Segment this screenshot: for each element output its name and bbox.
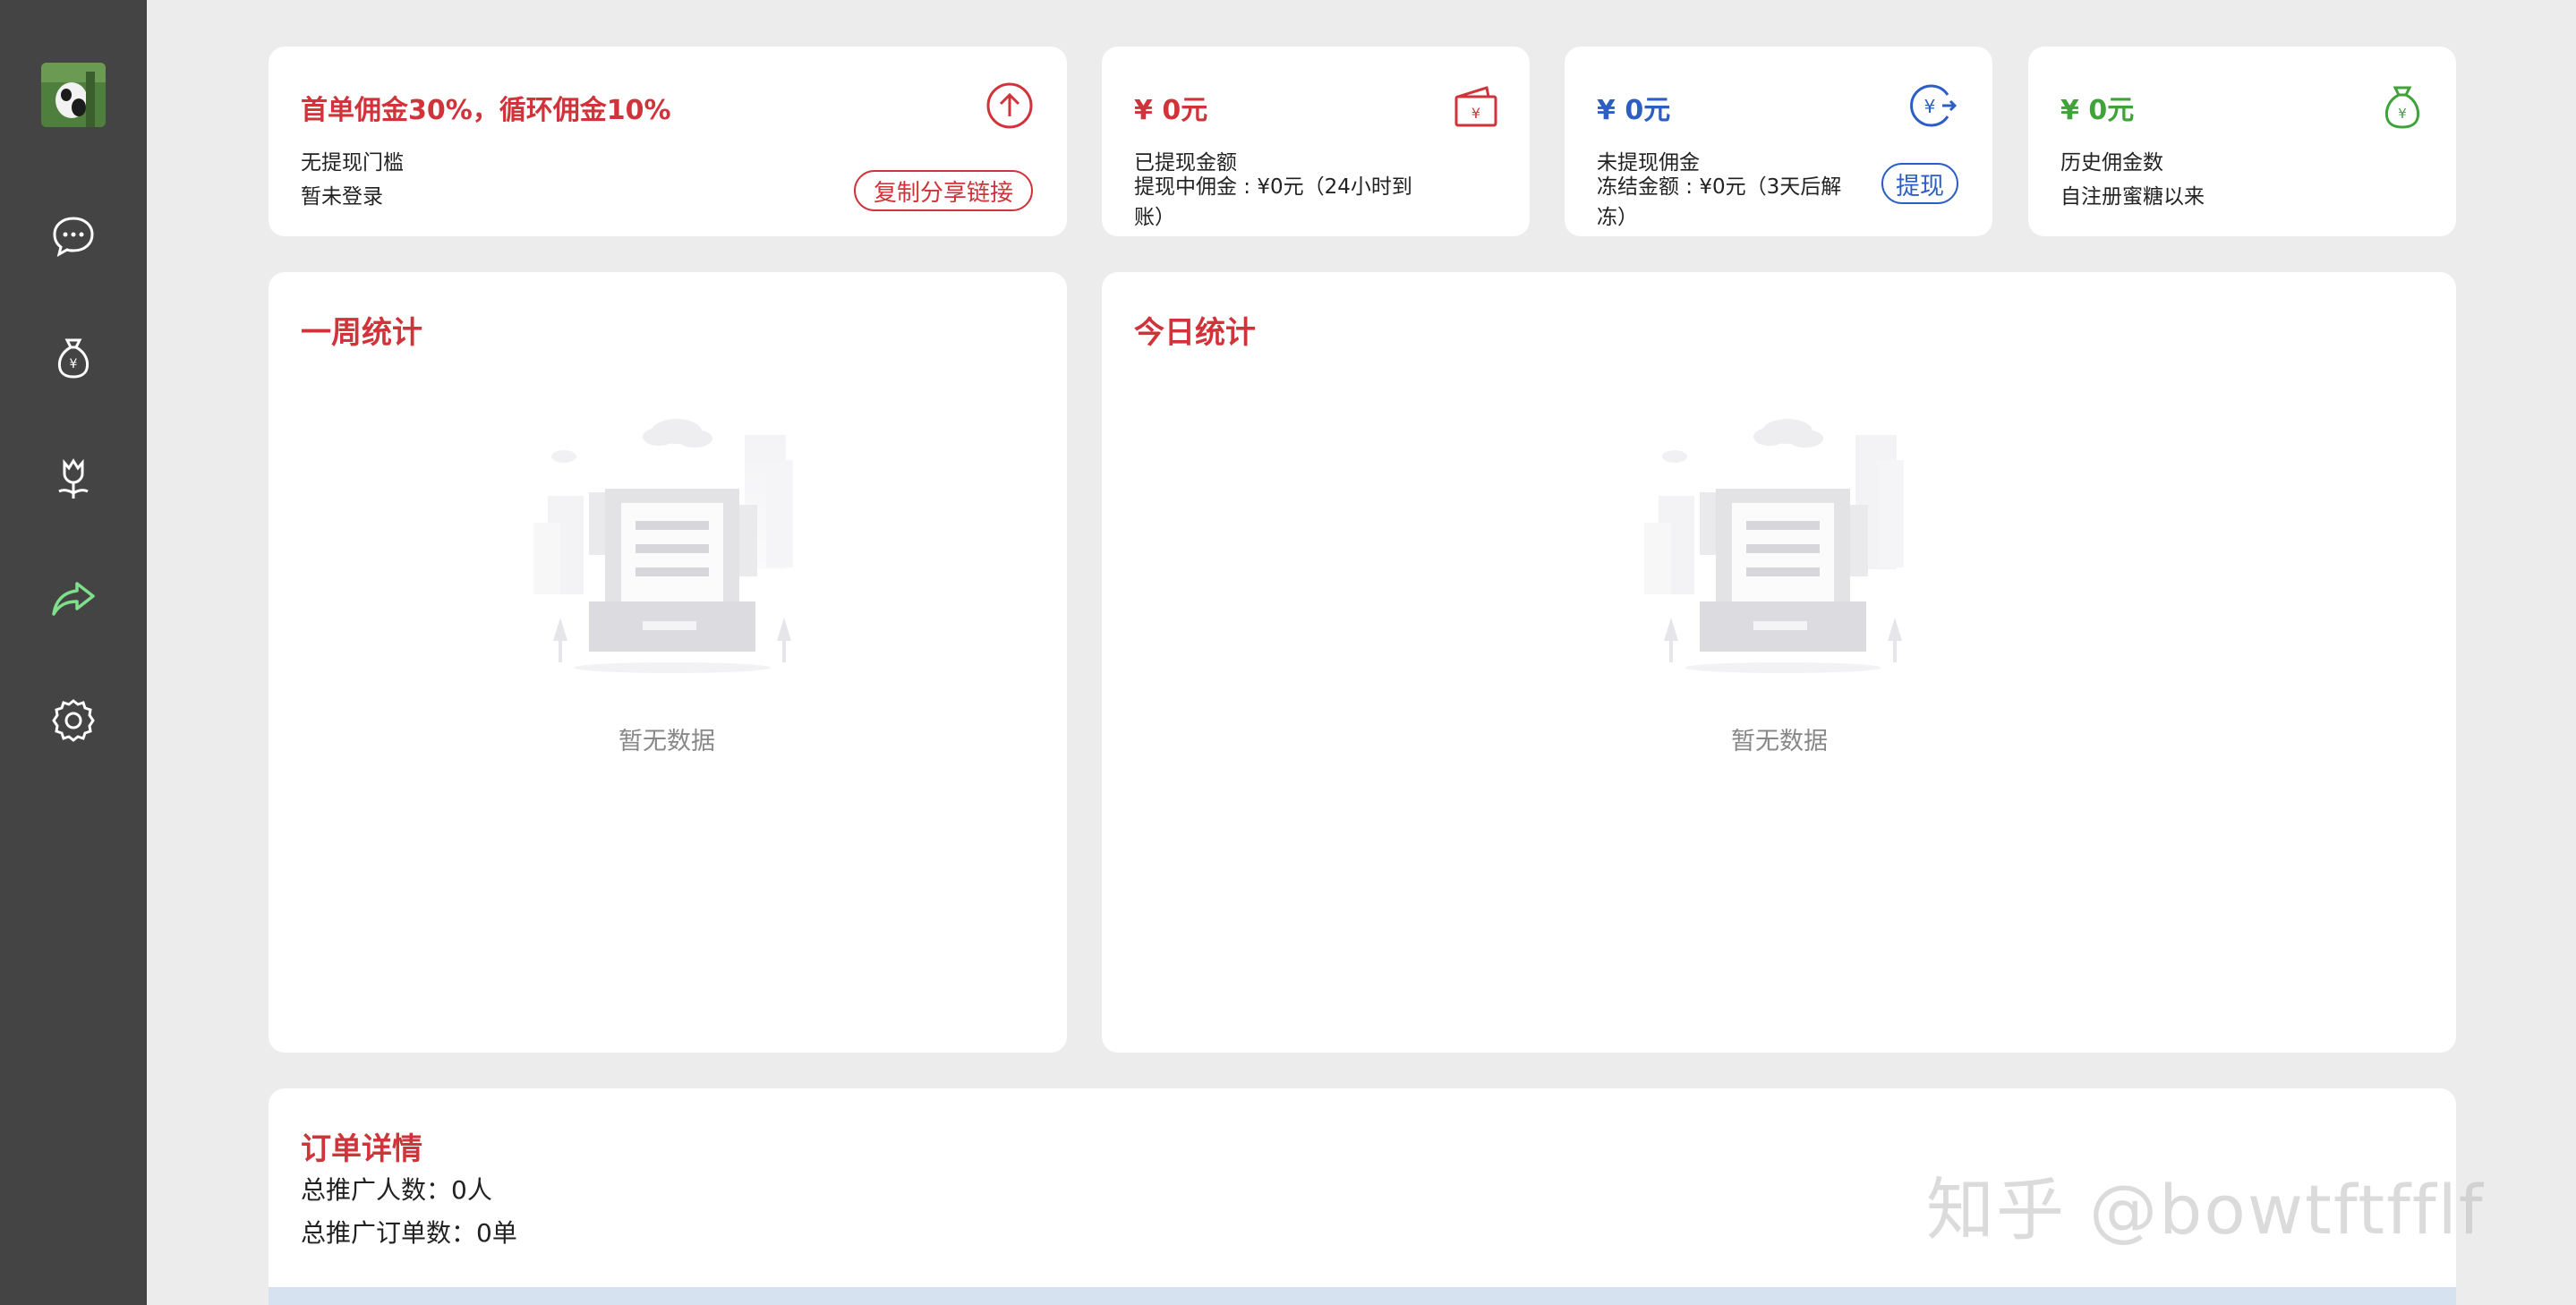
order-table-header <box>269 1287 2456 1305</box>
withdrawn-amount: ¥ 0元 <box>1134 95 1208 126</box>
total-orders: 总推广订单数：0单 <box>301 1218 517 1248</box>
withdrawn-label: 已提现金额 <box>1134 151 1237 175</box>
login-status: 暂未登录 <box>301 185 383 209</box>
pending-card: ¥ 0元 未提现佣金 冻结金额 : ¥0元（3天后解冻） ¥ 提现 <box>1565 47 1992 236</box>
history-card: ¥ 0元 历史佣金数 自注册蜜糖以来 ¥ <box>2028 47 2456 236</box>
daily-stats-title: 今日统计 <box>1134 315 1256 351</box>
withdrawing-commission: 提现中佣金 : ¥0元（24小时到账） <box>1134 175 1412 229</box>
svg-text:¥: ¥ <box>1924 96 1936 117</box>
wallet-icon: ¥ <box>1451 82 1501 132</box>
order-details-title: 订单详情 <box>301 1131 422 1167</box>
pending-label: 未提现佣金 <box>1597 151 1700 175</box>
total-promoters: 总推广人数：0人 <box>301 1175 492 1205</box>
weekly-stats-panel: 一周统计 暂无数据 <box>269 272 1067 1053</box>
share-arrow-icon[interactable] <box>47 573 100 627</box>
svg-text:¥: ¥ <box>1471 105 1480 122</box>
watermark: 知乎 @bowtftfflf <box>1926 1170 2485 1250</box>
promo-line-threshold: 无提现门槛 <box>301 151 404 175</box>
svg-text:¥: ¥ <box>70 357 78 371</box>
empty-illustration <box>1635 406 1922 678</box>
gear-icon[interactable] <box>47 694 100 747</box>
svg-text:¥: ¥ <box>2398 106 2407 122</box>
avatar[interactable] <box>41 63 106 127</box>
weekly-empty-text: 暂无数据 <box>618 728 715 755</box>
history-since: 自注册蜜糖以来 <box>2060 185 2205 209</box>
sidebar: ¥ <box>0 0 147 1305</box>
promo-title: 首单佣金30%，循环佣金10% <box>301 95 671 126</box>
chat-icon[interactable] <box>47 209 100 263</box>
daily-empty-text: 暂无数据 <box>1731 728 1828 755</box>
promo-card: 首单佣金30%，循环佣金10% 无提现门槛 暂未登录 复制分享链接 <box>269 47 1067 236</box>
pending-amount: ¥ 0元 <box>1597 95 1671 126</box>
history-label: 历史佣金数 <box>2060 151 2163 175</box>
money-bag-icon: ¥ <box>2377 82 2427 132</box>
arrow-up-circle-icon <box>985 81 1035 131</box>
empty-illustration <box>525 406 811 678</box>
weekly-stats-title: 一周统计 <box>301 315 422 351</box>
tulip-icon[interactable] <box>47 452 100 506</box>
withdrawn-card: ¥ 0元 已提现金额 提现中佣金 : ¥0元（24小时到账） ¥ <box>1102 47 1530 236</box>
frozen-amount: 冻结金额 : ¥0元（3天后解冻） <box>1597 175 1842 229</box>
copy-share-link-button[interactable]: 复制分享链接 <box>854 170 1033 211</box>
yuan-exchange-icon: ¥ <box>1908 81 1958 131</box>
daily-stats-panel: 今日统计 暂无数据 <box>1102 272 2456 1053</box>
money-bag-icon[interactable]: ¥ <box>47 331 100 385</box>
history-amount: ¥ 0元 <box>2060 95 2135 126</box>
withdraw-button[interactable]: 提现 <box>1881 163 1958 204</box>
